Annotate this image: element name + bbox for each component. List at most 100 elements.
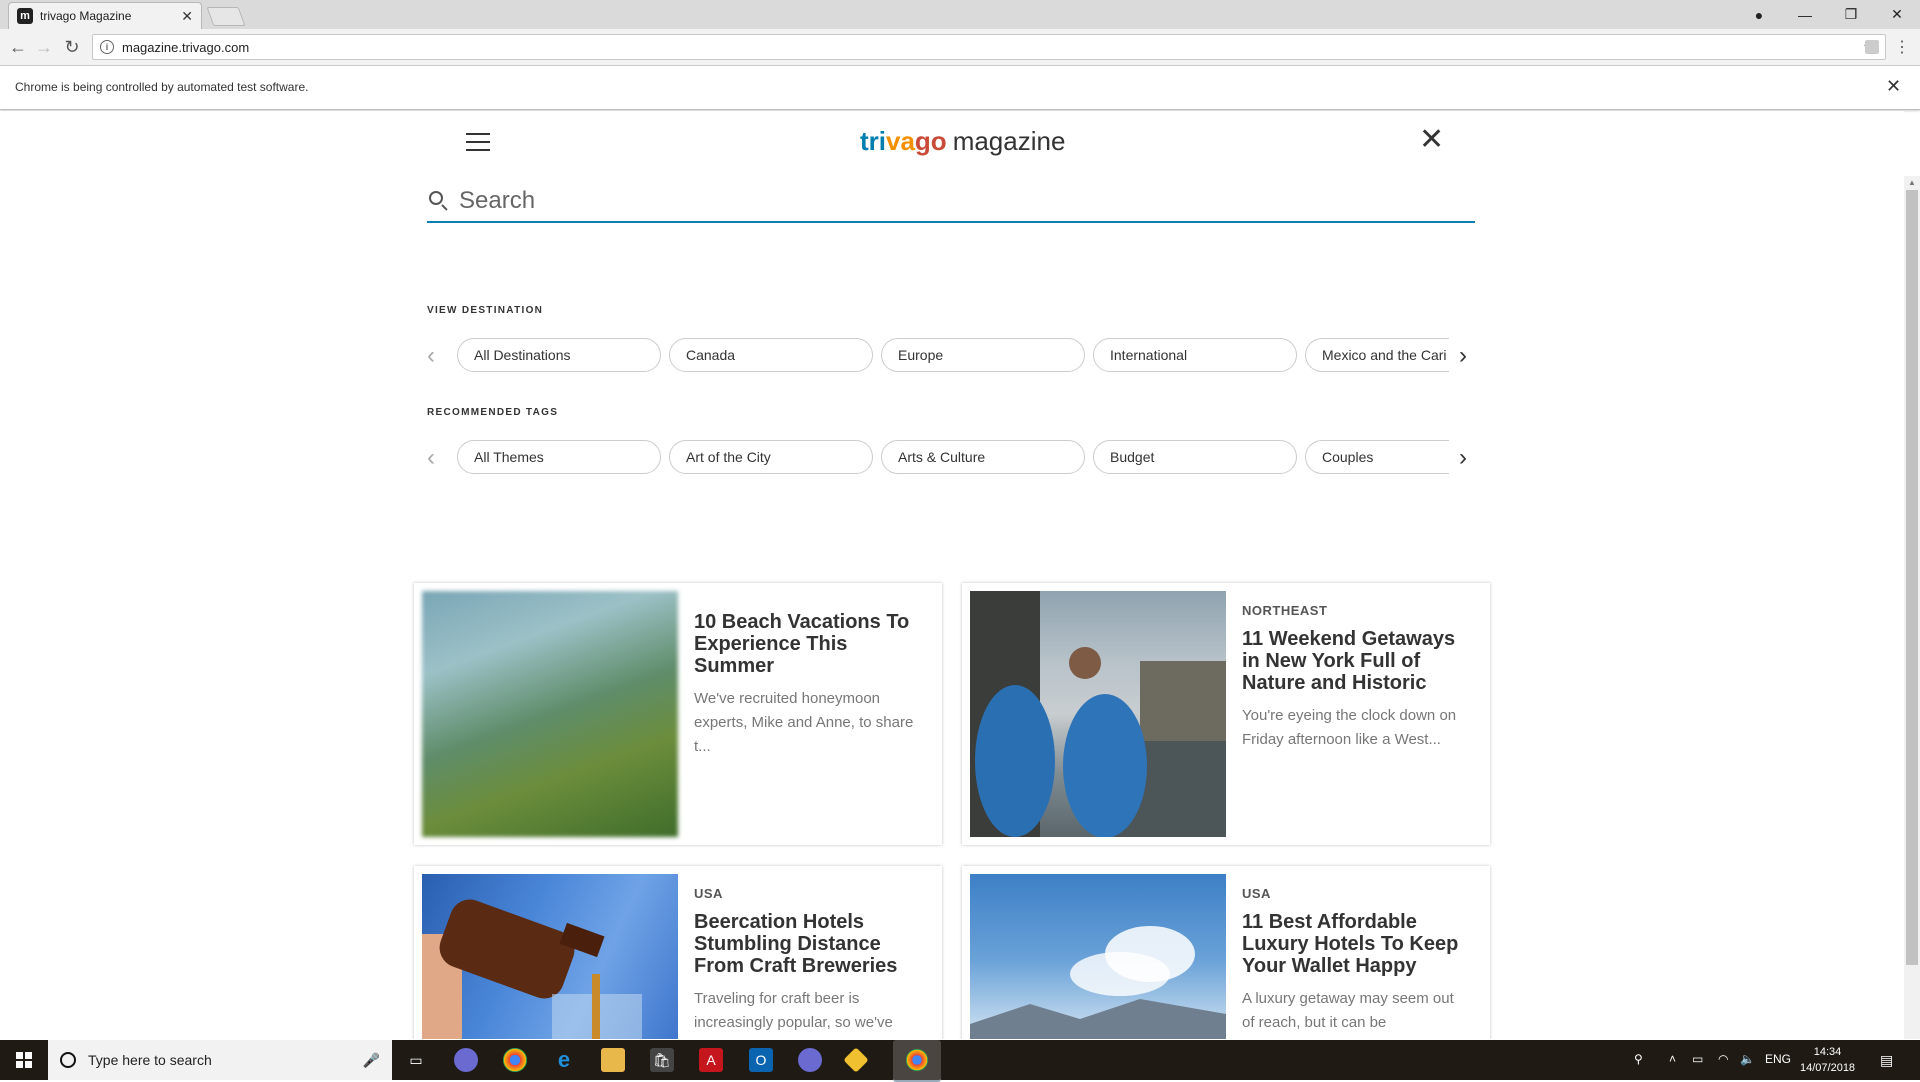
minimize-window-button[interactable]: — <box>1782 0 1828 29</box>
chrome-icon[interactable] <box>503 1048 527 1072</box>
chevron-left-icon[interactable]: ‹ <box>427 342 435 370</box>
windows-logo-icon <box>16 1052 32 1068</box>
chip-tag[interactable]: All Themes <box>457 440 661 474</box>
chrome-active-icon[interactable] <box>893 1040 941 1082</box>
chip-tag[interactable]: Arts & Culture <box>881 440 1085 474</box>
file-explorer-icon[interactable] <box>601 1048 625 1072</box>
system-clock[interactable]: 14:34 14/07/2018 <box>1800 1044 1855 1076</box>
article-headline[interactable]: 11 Weekend Getaways in New York Full of … <box>1242 628 1462 694</box>
task-view-icon[interactable]: ▭ <box>404 1048 428 1072</box>
chip-destination[interactable]: Europe <box>881 338 1085 372</box>
battery-icon[interactable]: ▭ <box>1692 1052 1703 1066</box>
wifi-icon[interactable]: ◠ <box>1718 1052 1728 1066</box>
logo-part-1: tri <box>860 126 886 156</box>
forward-arrow-icon[interactable]: → <box>32 35 56 59</box>
article-card[interactable]: 10 Beach Vacations To Experience This Su… <box>414 583 942 845</box>
close-window-button[interactable]: ✕ <box>1874 0 1920 29</box>
search-bar <box>427 179 1475 223</box>
article-card[interactable]: USA Beercation Hotels Stumbling Distance… <box>414 866 942 1039</box>
page-viewport: trivagomagazine ✕ VIEW DESTINATION ‹ All… <box>0 111 1904 1039</box>
profile-icon[interactable]: ● <box>1736 0 1782 29</box>
reload-icon[interactable]: ↻ <box>60 35 84 59</box>
image-illustration <box>970 591 1226 837</box>
chevron-right-icon[interactable]: › <box>1459 342 1467 370</box>
logo-part-3: go <box>914 126 947 156</box>
image-illustration <box>970 926 1226 1039</box>
article-image[interactable] <box>422 591 678 837</box>
chip-destination[interactable]: Mexico and the Cari <box>1305 338 1449 372</box>
browser-toolbar: ← → ↻ i magazine.trivago.com ☆ ⋮ <box>0 29 1920 66</box>
chip-destination[interactable]: International <box>1093 338 1297 372</box>
article-headline[interactable]: 10 Beach Vacations To Experience This Su… <box>694 611 914 677</box>
action-center-icon[interactable]: ▤ <box>1880 1052 1893 1069</box>
search-icon <box>429 191 443 205</box>
infobar-close-icon[interactable]: ✕ <box>1886 76 1901 97</box>
windows-taskbar: Type here to search 🎤 ▭ e 🛍 A O ⚲ ˄ ▭ ◠ … <box>0 1040 1920 1082</box>
infobar-message: Chrome is being controlled by automated … <box>15 80 309 94</box>
chip-tag[interactable]: Art of the City <box>669 440 873 474</box>
site-favicon-icon: m <box>17 8 33 24</box>
chip-destination[interactable]: All Destinations <box>457 338 661 372</box>
clock-date: 14/07/2018 <box>1800 1062 1856 1074</box>
chip-tag[interactable]: Couples <box>1305 440 1449 474</box>
people-icon[interactable]: ⚲ <box>1634 1052 1643 1066</box>
new-tab-button[interactable] <box>206 7 246 26</box>
site-info-icon[interactable]: i <box>100 40 114 54</box>
back-arrow-icon[interactable]: ← <box>6 35 30 59</box>
microphone-icon[interactable]: 🎤 <box>363 1052 380 1069</box>
scrollbar-thumb[interactable] <box>1906 190 1918 965</box>
start-button[interactable] <box>0 1040 48 1080</box>
chevron-left-icon[interactable]: ‹ <box>427 444 435 472</box>
automation-infobar: Chrome is being controlled by automated … <box>0 66 1920 110</box>
scroll-up-icon[interactable]: ▲ <box>1908 178 1916 187</box>
trivago-magazine-logo[interactable]: trivago magazine <box>860 126 1065 157</box>
article-headline[interactable]: Beercation Hotels Stumbling Distance Fro… <box>694 911 914 977</box>
article-card[interactable]: NORTHEAST 11 Weekend Getaways in New Yor… <box>962 583 1490 845</box>
tab-close-icon[interactable]: ✕ <box>181 8 193 25</box>
volume-muted-icon[interactable]: 🔈 <box>1740 1052 1755 1066</box>
article-image[interactable] <box>970 874 1226 1039</box>
article-category[interactable]: USA <box>1242 886 1462 901</box>
acrobat-icon[interactable]: A <box>699 1048 723 1072</box>
extension-icon[interactable] <box>1865 40 1879 54</box>
article-card[interactable]: USA 11 Best Affordable Luxury Hotels To … <box>962 866 1490 1039</box>
article-headline[interactable]: 11 Best Affordable Luxury Hotels To Keep… <box>1242 911 1462 977</box>
article-excerpt: Traveling for craft beer is increasingly… <box>694 990 893 1031</box>
chevron-right-icon[interactable]: › <box>1459 444 1467 472</box>
address-url[interactable]: magazine.trivago.com <box>122 40 1863 55</box>
cortana-icon <box>60 1052 76 1068</box>
chip-destination[interactable]: Canada <box>669 338 873 372</box>
eclipse-2-icon[interactable] <box>798 1048 822 1072</box>
article-excerpt: We've recruited honeymoon experts, Mike … <box>694 690 914 755</box>
article-excerpt: A luxury getaway may seem out of reach, … <box>1242 990 1454 1031</box>
close-search-icon[interactable]: ✕ <box>1419 125 1444 155</box>
hamburger-menu-icon[interactable] <box>466 133 490 153</box>
edge-icon[interactable]: e <box>552 1047 576 1072</box>
destination-chip-row: ‹ All Destinations Canada Europe Interna… <box>427 336 1479 374</box>
logo-word: magazine <box>952 126 1066 156</box>
image-illustration <box>422 899 642 1039</box>
article-image[interactable] <box>422 874 678 1039</box>
store-icon[interactable]: 🛍 <box>650 1048 674 1072</box>
page-scrollbar[interactable]: ▲ <box>1904 176 1920 1039</box>
search-input[interactable] <box>457 183 1451 219</box>
tab-title: trivago Magazine <box>40 9 132 23</box>
address-bar[interactable]: i magazine.trivago.com ☆ <box>92 34 1886 60</box>
language-indicator[interactable]: ENG <box>1765 1052 1791 1066</box>
eclipse-icon[interactable] <box>454 1048 478 1072</box>
taskbar-search-box[interactable]: Type here to search 🎤 <box>48 1040 392 1080</box>
taskbar-search-placeholder[interactable]: Type here to search <box>88 1052 363 1068</box>
article-category[interactable]: NORTHEAST <box>1242 603 1462 618</box>
clock-time: 14:34 <box>1813 1046 1842 1058</box>
outlook-icon[interactable]: O <box>749 1048 773 1072</box>
browser-tab[interactable]: m trivago Magazine ✕ <box>8 2 202 29</box>
chrome-menu-icon[interactable]: ⋮ <box>1890 35 1914 59</box>
show-hidden-icons-icon[interactable]: ˄ <box>1669 1052 1676 1066</box>
restore-window-button[interactable]: ❐ <box>1828 0 1874 29</box>
app-diamond-icon[interactable] <box>843 1047 869 1073</box>
article-category[interactable]: USA <box>694 886 914 901</box>
chip-tag[interactable]: Budget <box>1093 440 1297 474</box>
article-excerpt: You're eyeing the clock down on Friday a… <box>1242 707 1457 748</box>
tag-chip-row: ‹ All Themes Art of the City Arts & Cult… <box>427 438 1479 476</box>
article-image[interactable] <box>970 591 1226 837</box>
